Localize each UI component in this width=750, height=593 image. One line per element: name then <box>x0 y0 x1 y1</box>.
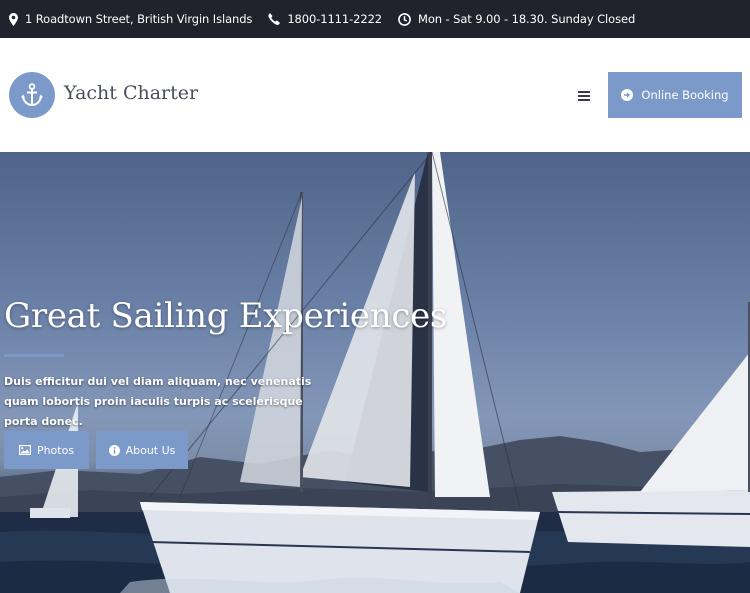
hero-banner: Great Sailing Experiences Duis efficitur… <box>0 152 750 593</box>
hours-info: Mon - Sat 9.00 - 18.30. Sunday Closed <box>398 12 635 26</box>
hero-subtitle: Duis efficitur dui vel diam aliquam, nec… <box>4 375 312 428</box>
hamburger-menu-icon <box>578 91 590 101</box>
anchor-icon <box>21 83 43 107</box>
hero-divider <box>4 354 64 357</box>
map-marker-icon <box>9 12 18 26</box>
arrow-circle-right-icon <box>621 89 634 101</box>
about-us-button-label: About Us <box>125 443 176 457</box>
info-circle-icon <box>108 444 120 456</box>
menu-toggle[interactable] <box>577 88 591 102</box>
address-info: 1 Roadtown Street, British Virgin Island… <box>9 12 252 26</box>
logo-badge[interactable] <box>9 72 55 118</box>
phone-text: 1800-1111-2222 <box>287 12 383 26</box>
top-info-bar: 1 Roadtown Street, British Virgin Island… <box>0 0 750 38</box>
site-header: Yacht Charter Online Booking <box>0 38 750 152</box>
phone-info: 1800-1111-2222 <box>268 12 382 26</box>
address-text: 1 Roadtown Street, British Virgin Island… <box>25 12 253 26</box>
about-us-button[interactable]: About Us <box>96 431 188 469</box>
image-icon <box>18 445 31 455</box>
online-booking-label: Online Booking <box>641 88 729 102</box>
hours-text: Mon - Sat 9.00 - 18.30. Sunday Closed <box>418 12 636 26</box>
hero-title: Great Sailing Experiences <box>4 296 448 336</box>
photos-button[interactable]: Photos <box>4 431 89 469</box>
online-booking-button[interactable]: Online Booking <box>608 72 742 118</box>
clock-icon <box>398 12 411 26</box>
phone-icon <box>268 13 281 25</box>
site-logo-text[interactable]: Yacht Charter <box>64 82 198 104</box>
photos-button-label: Photos <box>36 443 75 457</box>
